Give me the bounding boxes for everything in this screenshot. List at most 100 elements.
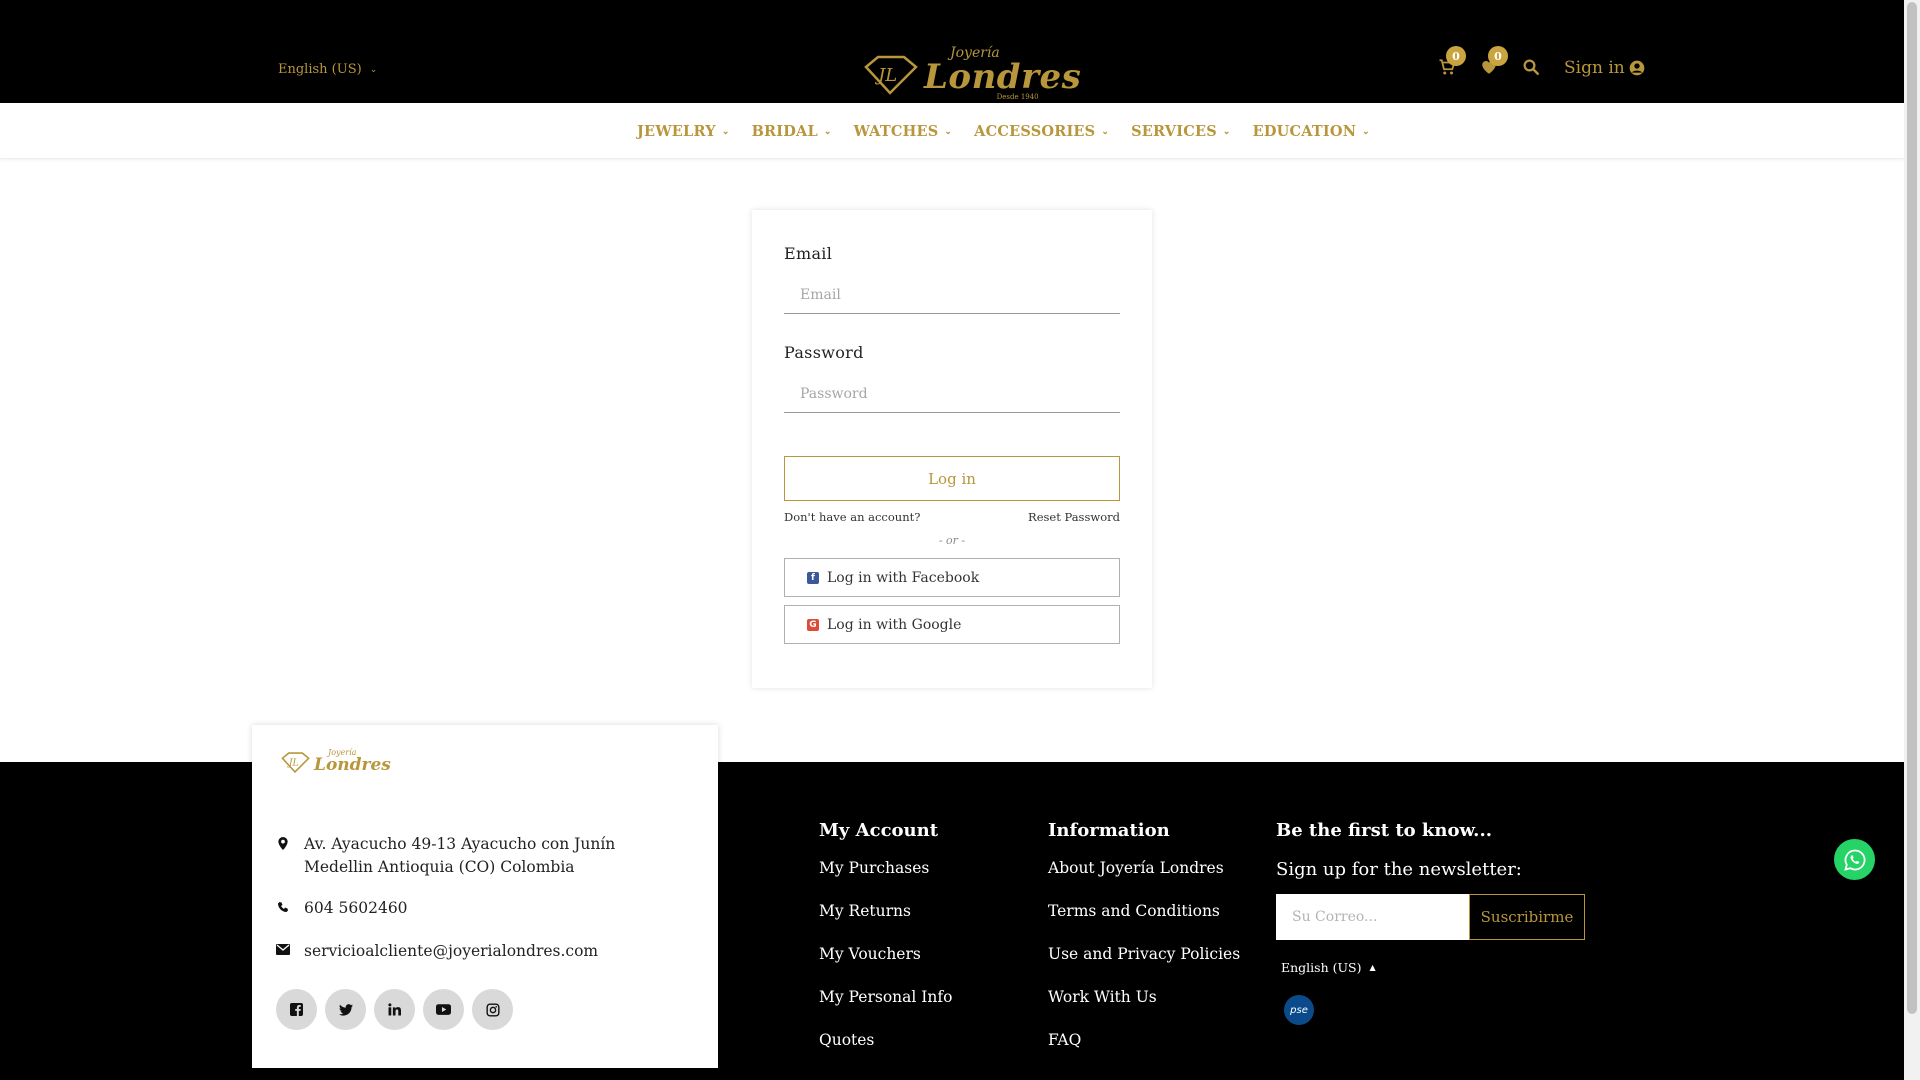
youtube-link[interactable] [423, 989, 464, 1030]
sign-in-label: Sign in [1564, 58, 1625, 78]
password-label: Password [784, 343, 864, 362]
login-button[interactable]: Log in [784, 456, 1120, 501]
google-login-label: Log in with Google [827, 616, 962, 633]
email-field[interactable] [784, 276, 1120, 314]
or-divider: - or - [938, 534, 966, 547]
my-personal-info-link[interactable]: My Personal Info [819, 988, 952, 1012]
email-label: Email [784, 244, 833, 263]
password-field[interactable] [784, 375, 1120, 413]
whatsapp-icon [1843, 849, 1865, 871]
pse-payment-logo: pse [1284, 995, 1314, 1025]
cart-count-badge: 0 [1446, 46, 1466, 66]
my-vouchers-link[interactable]: My Vouchers [819, 945, 952, 969]
social-links [276, 989, 513, 1030]
nav-item-education[interactable]: EDUCATION ⌄ [1253, 123, 1370, 140]
scrollbar-thumb[interactable] [1907, 2, 1917, 1014]
whatsapp-chat-button[interactable] [1834, 839, 1875, 880]
email-row: servicioalcliente@joyerialondres.com [276, 940, 598, 963]
svg-text:JL: JL [287, 757, 299, 768]
sign-in-link[interactable]: Sign in [1564, 58, 1645, 78]
footer-language-selector[interactable]: English (US) ▲ [1276, 960, 1585, 975]
diamond-logo-icon: JL [864, 55, 918, 95]
footer-language-label: English (US) [1281, 960, 1362, 975]
address-text: Av. Ayacucho 49-13 Ayacucho con Junín Me… [304, 835, 616, 876]
privacy-link[interactable]: Use and Privacy Policies [1048, 945, 1240, 969]
footer-logo[interactable]: JL Joyería Londres [280, 749, 391, 774]
facebook-link[interactable] [276, 989, 317, 1030]
top-header: English (US) ⌄ JL Joyería Londres Desde … [0, 0, 1904, 103]
map-marker-icon [276, 833, 290, 879]
chevron-down-icon: ⌄ [1362, 126, 1370, 137]
envelope-icon [276, 940, 290, 963]
diamond-logo-icon: JL [281, 751, 310, 773]
nav-item-accessories[interactable]: ACCESSORIES ⌄ [974, 123, 1109, 140]
my-account-heading: My Account [819, 820, 939, 841]
quotes-link[interactable]: Quotes [819, 1031, 952, 1055]
caret-up-icon: ▲ [1369, 963, 1376, 972]
newsletter-subtitle: Sign up for the newsletter: [1276, 859, 1522, 880]
footer-contact-card: JL Joyería Londres Av. Ayacucho 49-13 Ay… [252, 725, 718, 1068]
nav-item-services[interactable]: SERVICES ⌄ [1131, 123, 1231, 140]
nav-label: JEWELRY [637, 123, 716, 140]
google-login-button[interactable]: G Log in with Google [784, 605, 1120, 644]
facebook-login-label: Log in with Facebook [827, 569, 980, 586]
search-icon [1523, 59, 1539, 75]
facebook-login-button[interactable]: f Log in with Facebook [784, 558, 1120, 597]
chevron-down-icon: ⌄ [823, 126, 832, 137]
signup-link[interactable]: Don't have an account? [784, 510, 920, 524]
instagram-icon [485, 1002, 500, 1017]
information-column: Information About Joyería Londres Terms … [1048, 820, 1240, 1074]
facebook-icon: f [807, 571, 819, 584]
chevron-down-icon: ⌄ [369, 64, 378, 75]
reset-password-link[interactable]: Reset Password [1028, 510, 1120, 524]
nav-label: BRIDAL [751, 123, 818, 140]
subscribe-button[interactable]: Suscribirme [1469, 894, 1585, 940]
nav-item-bridal[interactable]: BRIDAL ⌄ [752, 123, 832, 140]
instagram-link[interactable] [472, 989, 513, 1030]
newsletter-form: Suscribirme [1276, 894, 1585, 940]
linkedin-icon [388, 1003, 401, 1016]
login-card: Email Password Log in Don't have an acco… [752, 210, 1152, 688]
address-row: Av. Ayacucho 49-13 Ayacucho con Junín Me… [276, 833, 676, 879]
youtube-icon [436, 1004, 451, 1015]
faq-link[interactable]: FAQ [1048, 1031, 1240, 1055]
main-navigation: JEWELRY ⌄ BRIDAL ⌄ WATCHES ⌄ ACCESSORIES ⌄ S… [0, 103, 1904, 159]
site-logo[interactable]: JL Joyería Londres Desde 1940 [862, 46, 1081, 101]
svg-text:JL: JL [874, 65, 897, 86]
user-circle-icon [1629, 60, 1645, 76]
google-plus-icon: G [807, 618, 819, 631]
work-with-us-link[interactable]: Work With Us [1048, 988, 1240, 1012]
nav-label: ACCESSORIES [974, 123, 1096, 140]
logo-big-text: Londres [924, 57, 1082, 97]
chevron-down-icon: ⌄ [1222, 126, 1231, 137]
chevron-down-icon: ⌄ [944, 126, 953, 137]
search-button[interactable] [1522, 58, 1542, 78]
nav-label: WATCHES [853, 123, 939, 140]
facebook-icon [290, 1003, 303, 1016]
information-heading: Information [1048, 820, 1170, 841]
newsletter-column: Be the first to know... Sign up for the … [1276, 820, 1585, 1025]
email-text[interactable]: servicioalcliente@joyerialondres.com [304, 940, 598, 963]
my-account-column: My Account My Purchases My Returns My Vo… [819, 820, 952, 1074]
twitter-link[interactable] [325, 989, 366, 1030]
linkedin-link[interactable] [374, 989, 415, 1030]
newsletter-heading: Be the first to know... [1276, 820, 1492, 841]
terms-link[interactable]: Terms and Conditions [1048, 902, 1240, 926]
nav-item-jewelry[interactable]: JEWELRY ⌄ [637, 123, 730, 140]
language-label: English (US) [278, 62, 362, 77]
nav-item-watches[interactable]: WATCHES ⌄ [854, 123, 953, 140]
wishlist-button[interactable]: 0 [1480, 46, 1508, 78]
wishlist-count-badge: 0 [1488, 46, 1508, 66]
about-link[interactable]: About Joyería Londres [1048, 859, 1240, 883]
twitter-icon [338, 1003, 353, 1016]
page-scrollbar[interactable] [1904, 0, 1920, 1080]
my-returns-link[interactable]: My Returns [819, 902, 952, 926]
logo-tagline: Desde 1940 [996, 93, 1039, 101]
chevron-down-icon: ⌄ [1101, 126, 1110, 137]
newsletter-email-input[interactable] [1276, 894, 1469, 940]
header-actions: 0 0 Sign in [1438, 46, 1645, 78]
language-selector[interactable]: English (US) ⌄ [278, 62, 377, 77]
cart-button[interactable]: 0 [1438, 46, 1466, 78]
my-purchases-link[interactable]: My Purchases [819, 859, 952, 883]
nav-menu: JEWELRY ⌄ BRIDAL ⌄ WATCHES ⌄ ACCESSORIES ⌄ S… [637, 123, 1370, 140]
